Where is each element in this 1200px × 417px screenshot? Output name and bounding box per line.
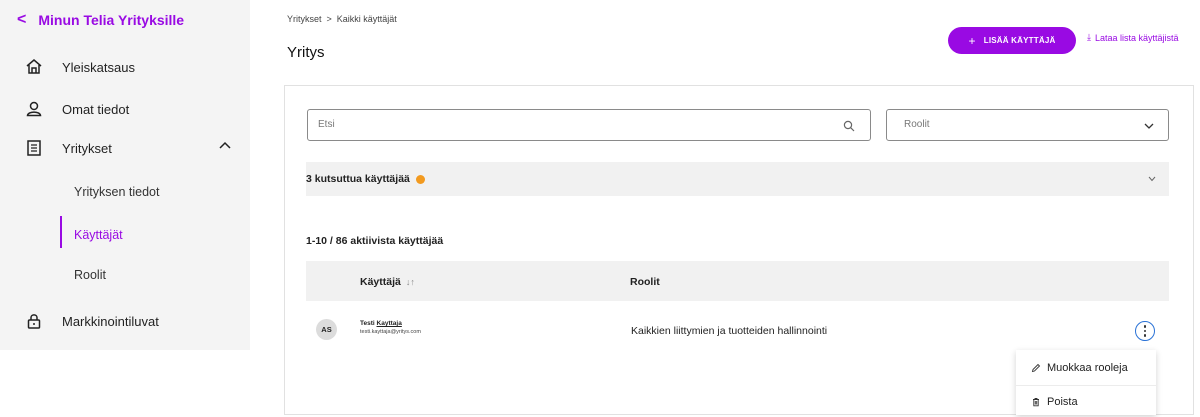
kebab-dot (1143, 334, 1147, 337)
user-last-name: Kayttaja (376, 320, 402, 327)
column-header-user-label: Käyttäjä (360, 276, 401, 288)
chevron-down-icon (1144, 123, 1154, 129)
user-first-name: Testi (360, 320, 375, 327)
sidebar-item-overview[interactable]: Yleiskatsaus (24, 57, 135, 77)
download-users-link[interactable]: ⤓ Lataa lista käyttäjistä (1087, 32, 1179, 43)
table-row: AS Testi Kayttaja testi.kayttaja@yritys.… (306, 301, 1169, 351)
active-indicator (60, 216, 62, 248)
invited-users-header: 3 kutsuttua käyttäjää (306, 173, 425, 185)
table-header: Käyttäjä ↓↑ Roolit (306, 261, 1169, 301)
actions-menu: Muokkaa rooleja Poista (1016, 350, 1156, 415)
chevron-up-icon[interactable] (218, 139, 232, 153)
home-icon (26, 59, 42, 74)
user-roles: Kaikkien liittymien ja tuotteiden hallin… (631, 325, 828, 337)
user-email: testi.kayttaja@yritys.com (360, 329, 421, 335)
add-user-button[interactable]: + LISÄÄ KÄYTTÄJÄ (948, 27, 1076, 54)
breadcrumb: Yritykset > Kaikki käyttäjät (287, 14, 397, 24)
sort-icon: ↓↑ (405, 277, 415, 287)
sidebar-subitem-company-info[interactable]: Yrityksen tiedot (74, 185, 159, 199)
sidebar-item-label: Yleiskatsaus (62, 59, 135, 75)
sidebar-item-marketing-permissions[interactable]: Markkinointiluvat (24, 311, 159, 331)
invited-users-label: 3 kutsuttua käyttäjää (306, 173, 410, 185)
lock-icon (27, 314, 41, 329)
sidebar-item-companies[interactable]: Yritykset (24, 138, 112, 158)
breadcrumb-current: Kaikki käyttäjät (336, 14, 397, 24)
sidebar-subitem-users[interactable]: Käyttäjät (74, 228, 123, 242)
plus-icon: + (968, 33, 976, 48)
sidebar-item-label: Yritykset (62, 140, 112, 156)
kebab-dot (1143, 329, 1147, 333)
column-header-roles: Roolit (630, 276, 660, 288)
user-name[interactable]: Testi Kayttaja (360, 320, 402, 327)
sidebar: < Minun Telia Yrityksille Yleiskatsaus O… (0, 0, 250, 350)
download-users-label: Lataa lista käyttäjistä (1094, 32, 1179, 43)
add-user-button-label: LISÄÄ KÄYTTÄJÄ (983, 36, 1056, 45)
menu-item-delete[interactable]: Poista (1016, 385, 1156, 417)
menu-item-label: Muokkaa rooleja (1047, 362, 1128, 374)
user-icon (26, 101, 42, 117)
company-icon (27, 140, 41, 156)
chevron-left-icon: < (17, 11, 27, 28)
roles-select[interactable]: Roolit (886, 109, 1169, 141)
warning-dot-icon (415, 174, 425, 184)
back-link[interactable]: < Minun Telia Yrityksille (17, 11, 184, 29)
trash-icon (1033, 397, 1039, 406)
back-link-label: Minun Telia Yrityksille (38, 12, 185, 28)
search-placeholder: Etsi (318, 119, 335, 130)
menu-item-edit-roles[interactable]: Muokkaa rooleja (1016, 352, 1156, 384)
menu-item-label: Poista (1047, 395, 1078, 408)
column-header-user[interactable]: Käyttäjä ↓↑ (360, 276, 415, 288)
search-icon (843, 120, 855, 132)
page-title: Yritys (287, 44, 325, 61)
sidebar-subitem-roles[interactable]: Roolit (74, 268, 106, 282)
avatar: AS (316, 319, 337, 340)
sidebar-item-label: Omat tiedot (62, 101, 130, 117)
sidebar-item-label: Markkinointiluvat (62, 313, 159, 329)
active-users-count: 1-10 / 86 aktiivista käyttäjää (306, 235, 444, 247)
download-icon: ⤓ (1087, 32, 1091, 42)
breadcrumb-link[interactable]: Yritykset (287, 14, 322, 24)
title-container (281, 35, 611, 63)
roles-placeholder: Roolit (904, 119, 930, 130)
chevron-down-icon (1148, 176, 1156, 182)
invited-users-accordion[interactable]: 3 kutsuttua käyttäjää (306, 162, 1169, 196)
sidebar-item-profile[interactable]: Omat tiedot (24, 99, 129, 119)
search-input[interactable]: Etsi (307, 109, 871, 141)
kebab-dot (1143, 325, 1147, 328)
pencil-icon (1031, 363, 1041, 373)
more-actions-button[interactable] (1135, 321, 1155, 341)
breadcrumb-separator: > (326, 14, 332, 24)
